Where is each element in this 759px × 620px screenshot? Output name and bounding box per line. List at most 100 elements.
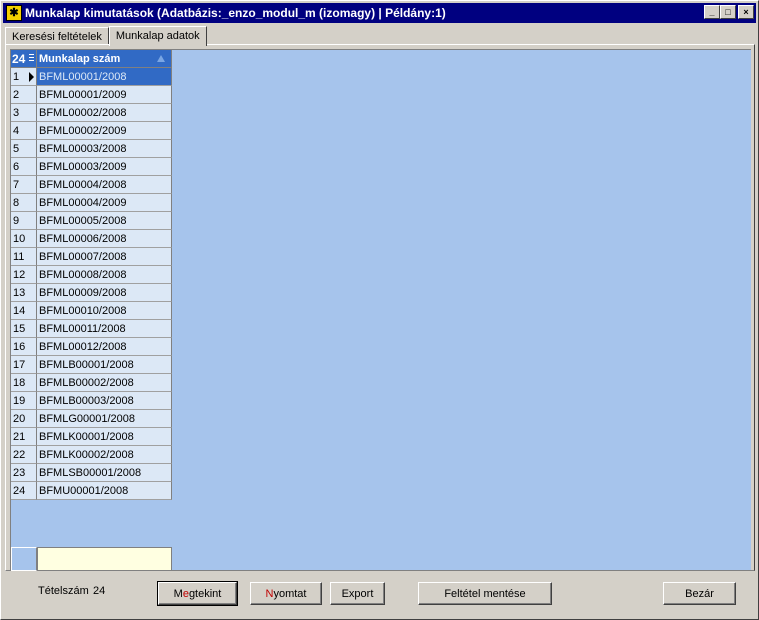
worksheet-number-cell[interactable]: BFMLK00001/2008 xyxy=(37,428,172,446)
row-number-cell[interactable]: 7 xyxy=(11,176,37,194)
row-number-cell[interactable]: 17 xyxy=(11,356,37,374)
row-number-cell[interactable]: 6 xyxy=(11,158,37,176)
worksheet-number-cell[interactable]: BFMLSB00001/2008 xyxy=(37,464,172,482)
worksheet-number-cell[interactable]: BFMLB00002/2008 xyxy=(37,374,172,392)
row-number-cell[interactable]: 14 xyxy=(11,302,37,320)
table-row[interactable]: 5 BFML00003/2008 xyxy=(11,140,172,158)
worksheet-number-cell[interactable]: BFML00002/2008 xyxy=(37,104,172,122)
table-row[interactable]: 3 BFML00002/2008 xyxy=(11,104,172,122)
worksheet-number-cell[interactable]: BFML00004/2009 xyxy=(37,194,172,212)
worksheet-number-cell[interactable]: BFMLK00002/2008 xyxy=(37,446,172,464)
row-number-cell[interactable]: 1 xyxy=(11,68,37,86)
row-number-cell[interactable]: 8 xyxy=(11,194,37,212)
table-row[interactable]: 11 BFML00007/2008 xyxy=(11,248,172,266)
table-row[interactable]: 4 BFML00002/2009 xyxy=(11,122,172,140)
row-number: 11 xyxy=(13,250,25,263)
table-row[interactable]: 22 BFMLK00002/2008 xyxy=(11,446,172,464)
table-row[interactable]: 24 BFMU00001/2008 xyxy=(11,482,172,500)
worksheet-number-cell[interactable]: BFML00007/2008 xyxy=(37,248,172,266)
worksheet-number-cell[interactable]: BFML00004/2008 xyxy=(37,176,172,194)
column-filter-input[interactable] xyxy=(37,547,172,571)
row-number-cell[interactable]: 11 xyxy=(11,248,37,266)
row-number: 6 xyxy=(13,160,20,173)
table-row[interactable]: 15 BFML00011/2008 xyxy=(11,320,172,338)
row-number-cell[interactable]: 16 xyxy=(11,338,37,356)
row-count-header[interactable]: 24 xyxy=(11,50,37,68)
table-row[interactable]: 8 BFML00004/2009 xyxy=(11,194,172,212)
print-button-accelerator: N xyxy=(265,587,274,600)
worksheet-number-cell[interactable]: BFML00009/2008 xyxy=(37,284,172,302)
worksheet-number-cell[interactable]: BFML00001/2009 xyxy=(37,86,172,104)
column-chooser-icon xyxy=(29,54,34,63)
row-number-cell[interactable]: 9 xyxy=(11,212,37,230)
title-bar[interactable]: ✱ Munkalap kimutatások (Adatbázis:_enzo_… xyxy=(3,3,756,23)
table-row[interactable]: 19 BFMLB00003/2008 xyxy=(11,392,172,410)
row-number: 7 xyxy=(13,178,20,191)
worksheet-number-cell[interactable]: BFML00006/2008 xyxy=(37,230,172,248)
worksheet-number-cell[interactable]: BFMLB00003/2008 xyxy=(37,392,172,410)
row-number: 13 xyxy=(13,286,26,299)
column-header-label: Munkalap szám xyxy=(39,52,121,65)
main-window: ✱ Munkalap kimutatások (Adatbázis:_enzo_… xyxy=(0,0,759,620)
print-button[interactable]: Nyomtat xyxy=(250,582,322,605)
table-row[interactable]: 20 BFMLG00001/2008 xyxy=(11,410,172,428)
table-row[interactable]: 1 BFML00001/2008 xyxy=(11,68,172,86)
row-number-cell[interactable]: 24 xyxy=(11,482,37,500)
maximize-button[interactable]: □ xyxy=(720,5,736,19)
table-row[interactable]: 21 BFMLK00001/2008 xyxy=(11,428,172,446)
row-number-cell[interactable]: 21 xyxy=(11,428,37,446)
row-number-cell[interactable]: 22 xyxy=(11,446,37,464)
table-row[interactable]: 14 BFML00010/2008 xyxy=(11,302,172,320)
table-row[interactable]: 17 BFMLB00001/2008 xyxy=(11,356,172,374)
minimize-button[interactable]: _ xyxy=(704,5,720,19)
worksheet-number-cell[interactable]: BFMU00001/2008 xyxy=(37,482,172,500)
row-number-cell[interactable]: 15 xyxy=(11,320,37,338)
close-window-button[interactable]: × xyxy=(738,5,754,19)
row-number: 9 xyxy=(13,214,20,227)
table-row[interactable]: 10 BFML00006/2008 xyxy=(11,230,172,248)
row-number-cell[interactable]: 18 xyxy=(11,374,37,392)
worksheet-number-cell[interactable]: BFMLB00001/2008 xyxy=(37,356,172,374)
worksheet-number-cell[interactable]: BFML00011/2008 xyxy=(37,320,172,338)
table-row[interactable]: 18 BFMLB00002/2008 xyxy=(11,374,172,392)
row-number-cell[interactable]: 3 xyxy=(11,104,37,122)
table-row[interactable]: 12 BFML00008/2008 xyxy=(11,266,172,284)
table-row[interactable]: 23 BFMLSB00001/2008 xyxy=(11,464,172,482)
table-row[interactable]: 7 BFML00004/2008 xyxy=(11,176,172,194)
worksheet-number-cell[interactable]: BFML00005/2008 xyxy=(37,212,172,230)
save-filter-button[interactable]: Feltétel mentése xyxy=(418,582,552,605)
row-number-cell[interactable]: 12 xyxy=(11,266,37,284)
table-row[interactable]: 6 BFML00003/2009 xyxy=(11,158,172,176)
table-row[interactable]: 9 BFML00005/2008 xyxy=(11,212,172,230)
export-button[interactable]: Export xyxy=(330,582,385,605)
table-row[interactable]: 13 BFML00009/2008 xyxy=(11,284,172,302)
data-grid-area: 24 Munkalap szám 1 BFML00001/2008 2 BFML000… xyxy=(10,49,751,571)
row-number-cell[interactable]: 4 xyxy=(11,122,37,140)
row-number-cell[interactable]: 10 xyxy=(11,230,37,248)
row-number-cell[interactable]: 13 xyxy=(11,284,37,302)
row-number-cell[interactable]: 2 xyxy=(11,86,37,104)
view-button[interactable]: Me gtekint xyxy=(157,581,238,606)
worksheet-number-cell[interactable]: BFML00003/2008 xyxy=(37,140,172,158)
row-number-cell[interactable]: 20 xyxy=(11,410,37,428)
worksheet-number-cell[interactable]: BFMLG00001/2008 xyxy=(37,410,172,428)
worksheet-number-cell[interactable]: BFML00012/2008 xyxy=(37,338,172,356)
tab-worksheet-data[interactable]: Munkalap adatok xyxy=(108,26,207,46)
row-number-cell[interactable]: 23 xyxy=(11,464,37,482)
row-number-cell[interactable]: 19 xyxy=(11,392,37,410)
table-row[interactable]: 2 BFML00001/2009 xyxy=(11,86,172,104)
worksheet-number-cell[interactable]: BFML00002/2009 xyxy=(37,122,172,140)
tab-search-criteria[interactable]: Keresési feltételek xyxy=(5,27,109,45)
row-number: 17 xyxy=(13,358,26,371)
row-number: 8 xyxy=(13,196,20,209)
data-grid: 24 Munkalap szám 1 BFML00001/2008 2 BFML000… xyxy=(11,50,172,500)
column-header-worksheet-number[interactable]: Munkalap szám xyxy=(37,50,172,68)
worksheet-number-cell[interactable]: BFML00008/2008 xyxy=(37,266,172,284)
row-number-cell[interactable]: 5 xyxy=(11,140,37,158)
row-number: 19 xyxy=(13,394,26,407)
worksheet-number-cell[interactable]: BFML00010/2008 xyxy=(37,302,172,320)
close-button[interactable]: Bezár xyxy=(663,582,736,605)
worksheet-number-cell[interactable]: BFML00001/2008 xyxy=(37,68,172,86)
table-row[interactable]: 16 BFML00012/2008 xyxy=(11,338,172,356)
worksheet-number-cell[interactable]: BFML00003/2009 xyxy=(37,158,172,176)
